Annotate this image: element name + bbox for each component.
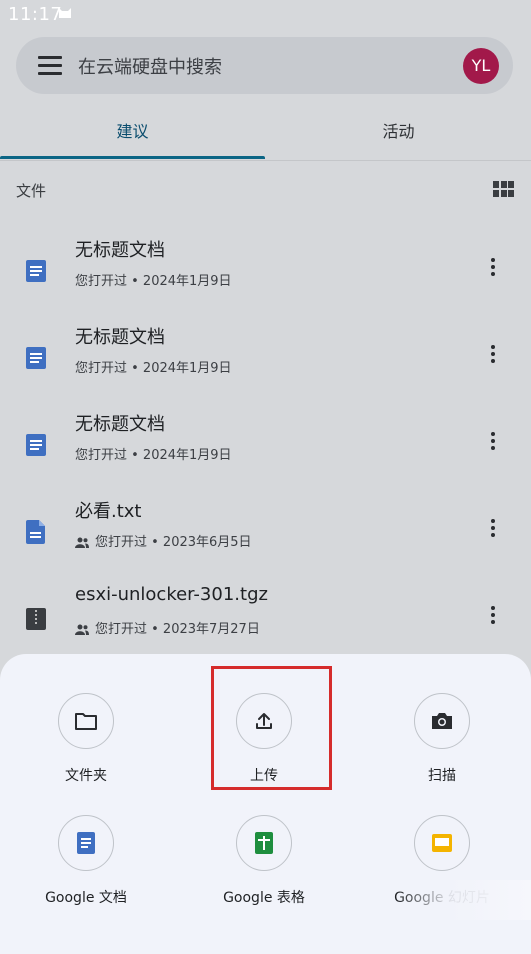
grid-view-icon[interactable] <box>493 181 514 198</box>
google-sheets-icon <box>255 832 273 854</box>
new-google-doc-button[interactable]: Google 文档 <box>11 815 161 907</box>
more-options-icon[interactable] <box>488 345 498 369</box>
action-label: 扫描 <box>428 768 456 784</box>
action-circle[interactable] <box>414 693 470 749</box>
more-options-icon[interactable] <box>488 519 498 543</box>
new-google-sheet-button[interactable]: Google 表格 <box>189 815 339 907</box>
more-options-icon[interactable] <box>488 432 498 456</box>
text-file-icon <box>26 520 45 544</box>
action-circle[interactable] <box>58 693 114 749</box>
tab-suggested[interactable]: 建议 <box>0 108 265 160</box>
list-item[interactable]: 无标题文档 您打开过 • 2024年1月9日 <box>0 404 531 490</box>
action-circle[interactable] <box>236 815 292 871</box>
folder-icon <box>75 713 97 730</box>
highlight-box <box>211 666 332 790</box>
list-item[interactable]: esxi-unlocker-301.tgz 您打开过 • 2023年7月27日 <box>0 578 531 664</box>
list-item[interactable]: 无标题文档 您打开过 • 2024年1月9日 <box>0 317 531 403</box>
file-name: 必看.txt <box>75 501 142 522</box>
tab-activity[interactable]: 活动 <box>266 108 531 160</box>
search-placeholder[interactable]: 在云端硬盘中搜索 <box>78 53 222 79</box>
avatar[interactable]: YL <box>463 48 499 84</box>
scan-button[interactable]: 扫描 <box>367 693 517 785</box>
tab-indicator <box>0 156 265 159</box>
file-meta-text: 您打开过 • 2024年1月9日 <box>75 361 232 376</box>
tab-bar: 建议 活动 <box>0 108 531 161</box>
google-docs-icon <box>26 260 46 282</box>
status-bar: 11:17 <box>0 0 531 30</box>
google-slides-icon <box>432 834 452 852</box>
list-item[interactable]: 必看.txt 您打开过 • 2023年6月5日 <box>0 491 531 577</box>
file-name: esxi-unlocker-301.tgz <box>75 584 268 605</box>
shared-icon <box>75 537 89 548</box>
shared-icon <box>75 624 89 635</box>
section-label: 文件 <box>16 182 47 200</box>
watermark-overlay <box>395 880 531 920</box>
status-time: 11:17 <box>8 4 63 25</box>
google-docs-icon <box>26 434 46 456</box>
google-docs-icon <box>26 347 46 369</box>
file-name: 无标题文档 <box>75 327 165 348</box>
file-meta: 您打开过 • 2023年7月27日 <box>75 618 260 637</box>
action-label: 文件夹 <box>65 768 107 784</box>
file-meta: 您打开过 • 2024年1月9日 <box>75 357 232 376</box>
file-meta-text: 您打开过 • 2023年6月5日 <box>95 535 252 550</box>
camera-icon <box>432 713 452 729</box>
more-options-icon[interactable] <box>488 258 498 282</box>
action-circle[interactable] <box>58 815 114 871</box>
list-item[interactable]: 无标题文档 您打开过 • 2024年1月9日 <box>0 230 531 316</box>
action-circle[interactable] <box>414 815 470 871</box>
file-meta-text: 您打开过 • 2024年1月9日 <box>75 274 232 289</box>
notification-icon <box>59 8 71 18</box>
menu-icon[interactable] <box>38 56 62 75</box>
action-label: Google 文档 <box>45 890 127 906</box>
file-meta: 您打开过 • 2024年1月9日 <box>75 444 232 463</box>
file-meta-text: 您打开过 • 2023年7月27日 <box>95 622 260 637</box>
google-docs-icon <box>77 832 95 854</box>
archive-file-icon <box>26 608 46 630</box>
file-meta-text: 您打开过 • 2024年1月9日 <box>75 448 232 463</box>
file-meta: 您打开过 • 2023年6月5日 <box>75 531 252 550</box>
more-options-icon[interactable] <box>488 606 498 630</box>
file-name: 无标题文档 <box>75 414 165 435</box>
file-meta: 您打开过 • 2024年1月9日 <box>75 270 232 289</box>
new-folder-button[interactable]: 文件夹 <box>11 693 161 785</box>
action-label: Google 表格 <box>223 890 305 906</box>
file-name: 无标题文档 <box>75 240 165 261</box>
search-bar[interactable]: 在云端硬盘中搜索 YL <box>16 37 513 94</box>
